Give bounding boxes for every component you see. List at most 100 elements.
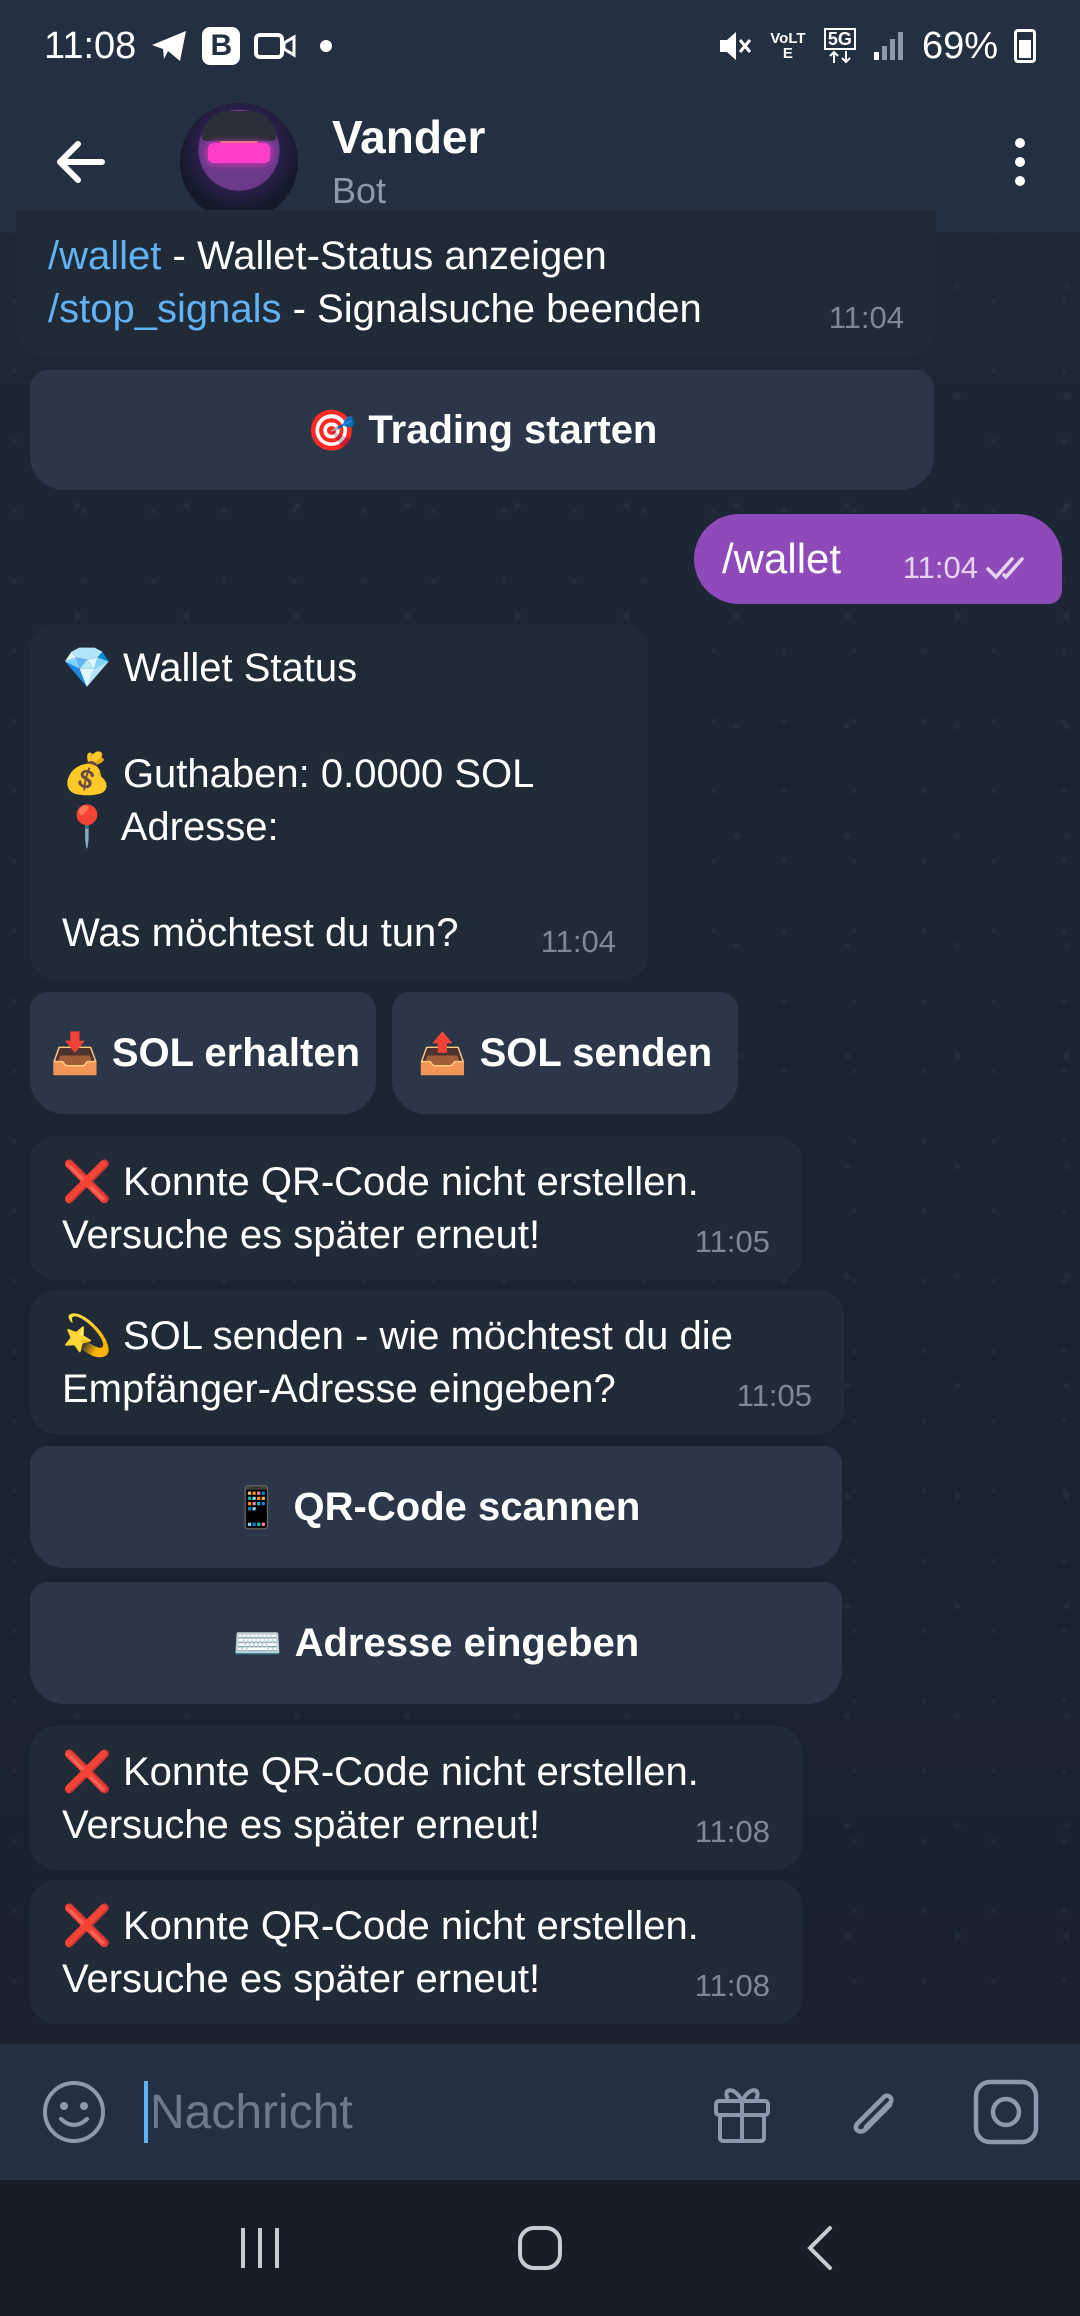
home-button[interactable] xyxy=(490,2198,590,2298)
inline-button-sol-send[interactable]: 📤 SOL senden xyxy=(392,992,738,1114)
volte-icon: VoLTE xyxy=(768,31,808,61)
chevron-left-icon xyxy=(807,2226,832,2270)
message-line: /wallet - Wallet-Status anzeigen xyxy=(48,230,904,283)
attach-button[interactable] xyxy=(834,2072,914,2152)
mute-icon xyxy=(716,28,752,64)
home-icon xyxy=(518,2226,562,2270)
status-time: 11:08 xyxy=(44,24,137,67)
message-line: ❌ Konnte QR-Code nicht erstellen. xyxy=(62,1900,770,1953)
volte-label: VoLTE xyxy=(770,30,806,62)
command-description: - Signalsuche beenden xyxy=(281,287,702,331)
telegram-icon xyxy=(150,29,188,63)
message-time: 11:08 xyxy=(694,1814,770,1849)
notification-dot-icon xyxy=(320,40,333,52)
message-line: /stop_signals - Signalsuche beenden xyxy=(48,283,904,336)
gift-icon xyxy=(714,2088,770,2143)
chat-subtitle: Bot xyxy=(332,170,387,211)
target-icon: 🎯 xyxy=(306,408,357,453)
message-time: 11:05 xyxy=(736,1378,812,1413)
smiley-icon xyxy=(43,2081,105,2143)
message-time-read: 11:04 xyxy=(903,550,1034,586)
more-options-button[interactable] xyxy=(990,112,1050,212)
error-text: Konnte QR-Code nicht erstellen. xyxy=(122,1904,699,1948)
outbox-tray-icon: 📤 xyxy=(417,1031,468,1076)
message-line: Empfänger-Adresse eingeben? xyxy=(62,1367,616,1411)
button-label: SOL erhalten xyxy=(111,1030,361,1075)
message-line: ❌ Konnte QR-Code nicht erstellen. xyxy=(62,1746,770,1799)
command-link-stop-signals[interactable]: /stop_signals xyxy=(48,287,281,331)
arrow-back-icon xyxy=(57,141,105,183)
avatar-visor xyxy=(208,143,270,163)
outgoing-message: /wallet 11:04 xyxy=(694,514,1062,604)
button-label: QR-Code scannen xyxy=(293,1484,641,1529)
system-navigation-bar xyxy=(0,2180,1080,2316)
button-label: Adresse eingeben xyxy=(294,1620,640,1665)
inline-button-enter-address[interactable]: ⌨️ Adresse eingeben xyxy=(30,1582,842,1704)
error-text: Konnte QR-Code nicht erstellen. xyxy=(122,1160,699,1204)
bot-avatar[interactable] xyxy=(180,103,298,221)
camera-button[interactable] xyxy=(966,2072,1046,2152)
inline-button-scan-qr[interactable]: 📱 QR-Code scannen xyxy=(30,1446,842,1568)
incoming-message: 💫 SOL senden - wie möchtest du die Empfä… xyxy=(30,1290,844,1434)
command-link-wallet[interactable]: /wallet xyxy=(48,234,161,278)
message-line: 💰 Guthaben: 0.0000 SOL xyxy=(62,748,616,801)
message-line: ❌ Konnte QR-Code nicht erstellen. xyxy=(62,1156,770,1209)
chat-title-block[interactable]: Vander Bot xyxy=(332,111,485,213)
message-time: 11:05 xyxy=(694,1224,770,1259)
address-label: Adresse: xyxy=(120,805,279,849)
message-line: 📍 Adresse: xyxy=(62,801,616,854)
message-input-bar: Nachricht xyxy=(0,2044,1080,2180)
chat-title: Vander xyxy=(332,111,486,163)
mobile-phone-icon: 📱 xyxy=(231,1485,282,1530)
balance-text: Guthaben: 0.0000 SOL xyxy=(122,752,535,796)
message-time: 11:04 xyxy=(902,550,978,585)
gift-button[interactable] xyxy=(702,2072,782,2152)
inline-button-trading-start[interactable]: 🎯 Trading starten xyxy=(30,370,934,490)
back-button[interactable] xyxy=(30,112,130,212)
more-vert-icon-dot xyxy=(1015,157,1025,167)
keyboard-icon: ⌨️ xyxy=(232,1621,283,1666)
recent-apps-button[interactable] xyxy=(210,2198,310,2298)
message-time: 11:08 xyxy=(694,1968,770,2003)
double-check-icon xyxy=(986,557,1024,580)
more-vert-icon-dot xyxy=(1015,176,1025,186)
recent-apps-icon xyxy=(241,2228,279,2268)
pin-icon: 📍 xyxy=(62,805,112,849)
message-line: Versuche es später erneut! xyxy=(62,1213,541,1257)
question-text: SOL senden - wie möchtest du die xyxy=(122,1314,733,1358)
status-bar: 11:08 B VoLTE 5G 69% xyxy=(0,0,1080,92)
camera-icon xyxy=(973,2079,1039,2145)
incoming-message: /wallet - Wallet-Status anzeigen /stop_s… xyxy=(16,210,936,356)
message-time: 11:04 xyxy=(828,300,904,335)
message-line: Was möchtest du tun? xyxy=(62,911,459,955)
cross-mark-icon: ❌ xyxy=(62,1160,112,1204)
button-label: SOL senden xyxy=(479,1030,713,1075)
more-vert-icon-dot xyxy=(1015,138,1025,148)
emoji-button[interactable] xyxy=(34,2072,114,2152)
error-text: Konnte QR-Code nicht erstellen. xyxy=(122,1750,699,1794)
battery-percent: 69% xyxy=(921,24,998,67)
message-line: 💎 Wallet Status xyxy=(62,642,616,695)
message-text: /wallet xyxy=(722,535,842,582)
battery-icon xyxy=(1014,29,1036,63)
back-nav-button[interactable] xyxy=(770,2198,870,2298)
inbox-tray-icon: 📥 xyxy=(50,1031,100,1076)
button-label: Trading starten xyxy=(368,407,658,452)
input-placeholder: Nachricht xyxy=(150,2085,353,2139)
message-input[interactable]: Nachricht xyxy=(144,2062,650,2162)
gem-icon: 💎 xyxy=(62,646,112,690)
network-label: 5G xyxy=(823,28,856,50)
incoming-message: ❌ Konnte QR-Code nicht erstellen. Versuc… xyxy=(30,1880,802,2024)
message-line: Versuche es später erneut! xyxy=(62,1803,541,1847)
message-line: 💫 SOL senden - wie möchtest du die xyxy=(62,1310,812,1363)
text-caret xyxy=(144,2081,148,2143)
b-app-icon: B xyxy=(202,27,241,65)
inline-button-sol-receive[interactable]: 📥 SOL erhalten xyxy=(30,992,376,1114)
message-time: 11:04 xyxy=(540,924,616,959)
video-icon xyxy=(254,31,296,61)
avatar-cap xyxy=(202,111,276,141)
network-5g-icon: 5G xyxy=(823,28,856,64)
incoming-message: 💎 Wallet Status 💰 Guthaben: 0.0000 SOL 📍… xyxy=(30,624,648,980)
